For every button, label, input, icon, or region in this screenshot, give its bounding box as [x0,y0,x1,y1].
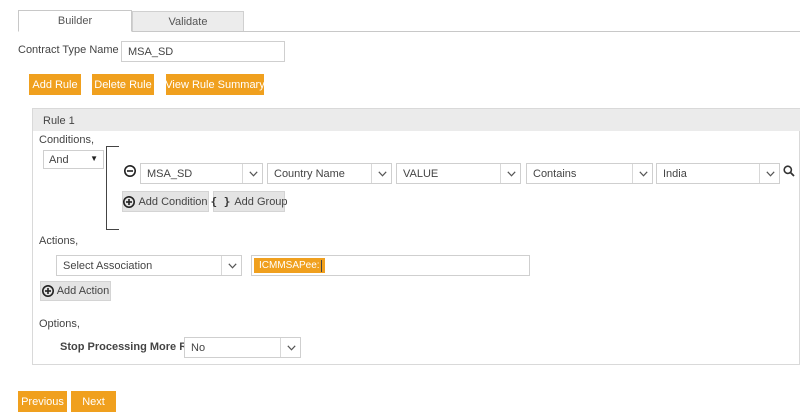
logic-operator-value: And [49,153,69,166]
condition-entity-select[interactable]: MSA_SD [140,163,263,184]
add-condition-button[interactable]: Add Condition [122,191,209,212]
add-group-button[interactable]: { } Add Group [210,191,288,212]
previous-button[interactable]: Previous [18,391,67,412]
stop-processing-value: No [191,341,206,354]
chevron-down-icon [760,164,780,183]
rule-title: Rule 1 [43,115,75,127]
tab-builder[interactable]: Builder [18,10,132,32]
chevron-down-icon [281,338,301,357]
condition-value-input[interactable]: India [656,163,780,184]
contract-type-input[interactable]: MSA_SD [121,41,285,62]
chevron-down-icon [372,164,392,183]
logic-operator-select[interactable]: And ▼ [43,150,104,169]
braces-icon: { } [210,195,231,208]
chevron-down-icon [633,164,653,183]
plus-circle-icon [123,195,136,208]
conditions-label: Conditions, [39,134,95,146]
condition-operator-value: Contains [533,167,577,180]
tab-validate[interactable]: Validate [132,11,244,31]
condition-group-bracket [106,146,119,230]
select-association-placeholder: Select Association [63,259,153,272]
text-cursor [321,260,322,272]
rule-header [33,109,800,131]
condition-entity-value: MSA_SD [147,167,193,180]
options-label: Options, [39,318,80,330]
contract-type-label: Contract Type Name [18,44,119,56]
actions-label: Actions, [39,235,79,247]
delete-rule-button[interactable]: Delete Rule [92,74,154,95]
chevron-down-icon [243,164,263,183]
condition-field-select[interactable]: Country Name [267,163,392,184]
add-action-button[interactable]: Add Action [40,281,111,301]
view-rule-summary-button[interactable]: View Rule Summary [165,74,265,95]
add-condition-label: Add Condition [138,195,208,208]
chevron-down-icon [222,256,242,275]
condition-operator-select[interactable]: Contains [526,163,653,184]
add-group-label: Add Group [234,195,288,208]
plus-circle-icon [41,285,54,297]
condition-value-text: India [663,167,687,180]
caret-down-icon: ▼ [90,154,98,163]
tab-divider [18,31,800,32]
search-icon[interactable] [783,165,795,177]
select-association-dropdown[interactable]: Select Association [56,255,242,276]
minus-circle-icon[interactable] [124,165,136,177]
add-rule-button[interactable]: Add Rule [29,74,81,95]
stop-processing-select[interactable]: No [184,337,301,358]
action-value-input[interactable]: ICMMSAPee: [251,255,530,276]
condition-field-value: Country Name [274,167,345,180]
next-button[interactable]: Next [71,391,116,412]
condition-value-type-value: VALUE [403,167,439,180]
chevron-down-icon [501,164,521,183]
rule-panel [32,108,800,365]
condition-value-type-select[interactable]: VALUE [396,163,521,184]
add-action-label: Add Action [56,285,110,297]
action-tag[interactable]: ICMMSAPee: [254,258,325,273]
